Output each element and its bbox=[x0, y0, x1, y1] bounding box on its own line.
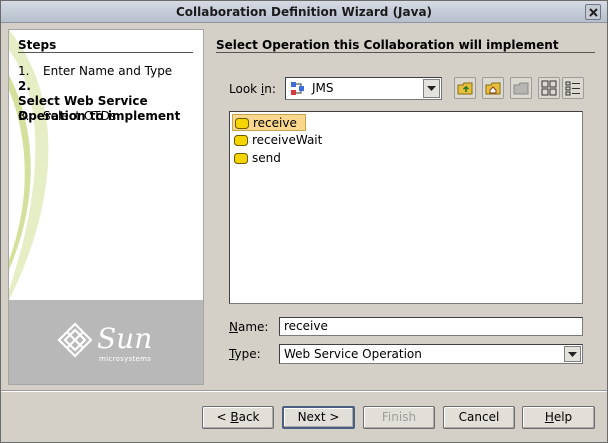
cancel-button[interactable]: Cancel bbox=[443, 406, 515, 429]
name-input[interactable]: receive bbox=[279, 317, 583, 336]
type-value: Web Service Operation bbox=[284, 347, 422, 361]
operation-file-list[interactable]: receive receiveWait send bbox=[229, 111, 583, 304]
home-folder-icon bbox=[485, 82, 501, 95]
folder-up-icon bbox=[457, 82, 473, 95]
type-select[interactable]: Web Service Operation bbox=[279, 344, 583, 364]
wizard-window: Collaboration Definition Wizard (Java) S… bbox=[0, 0, 608, 443]
list-view-icon bbox=[541, 80, 557, 96]
file-item-receive[interactable]: receive bbox=[232, 114, 306, 131]
chevron-down-icon bbox=[427, 86, 436, 91]
file-item-receivewait[interactable]: receiveWait bbox=[232, 132, 330, 149]
steps-panel: Steps 1. Enter Name and Type 2.Select Web… bbox=[8, 29, 204, 385]
new-folder-button[interactable] bbox=[510, 77, 532, 99]
next-button[interactable]: Next > bbox=[282, 406, 355, 429]
up-one-level-button[interactable] bbox=[454, 77, 476, 99]
close-icon bbox=[589, 8, 598, 17]
button-bar-divider bbox=[1, 390, 607, 392]
folder-icon bbox=[234, 153, 248, 164]
steps-divider bbox=[18, 52, 193, 53]
steps-heading: Steps bbox=[18, 38, 57, 52]
look-in-select[interactable]: JMS bbox=[285, 77, 442, 100]
content-divider bbox=[216, 52, 595, 53]
details-view-button[interactable] bbox=[562, 77, 584, 99]
name-label: Name: bbox=[229, 320, 269, 334]
look-in-dropdown-button[interactable] bbox=[423, 79, 440, 98]
brand-footer: Sun microsystems bbox=[9, 300, 203, 384]
folder-icon bbox=[234, 135, 248, 146]
close-button[interactable] bbox=[585, 4, 601, 20]
back-button[interactable]: < Back bbox=[202, 406, 274, 429]
details-view-icon bbox=[565, 81, 580, 96]
folder-icon bbox=[235, 118, 249, 129]
file-item-send[interactable]: send bbox=[232, 150, 289, 167]
new-folder-icon bbox=[513, 82, 529, 95]
finish-button[interactable]: Finish bbox=[363, 406, 435, 429]
sun-logo-icon bbox=[57, 322, 93, 358]
list-view-button[interactable] bbox=[538, 77, 560, 99]
step-item: 1. Enter Name and Type bbox=[18, 64, 173, 78]
title-bar[interactable]: Collaboration Definition Wizard (Java) bbox=[1, 1, 607, 23]
look-in-value: JMS bbox=[312, 81, 334, 95]
home-button[interactable] bbox=[482, 77, 504, 99]
look-in-label: Look in: bbox=[229, 82, 276, 96]
content-heading: Select Operation this Collaboration will… bbox=[216, 38, 559, 52]
brand-name: Sun bbox=[97, 322, 153, 355]
type-label: Type: bbox=[229, 347, 261, 361]
type-dropdown-button[interactable] bbox=[564, 346, 581, 362]
help-button[interactable]: Help bbox=[522, 406, 595, 429]
brand-sub: microsystems bbox=[99, 355, 152, 363]
jms-icon bbox=[291, 82, 304, 95]
window-title: Collaboration Definition Wizard (Java) bbox=[175, 5, 433, 19]
chevron-down-icon bbox=[568, 352, 577, 357]
step-item: 3. Select OTDs bbox=[18, 109, 117, 123]
